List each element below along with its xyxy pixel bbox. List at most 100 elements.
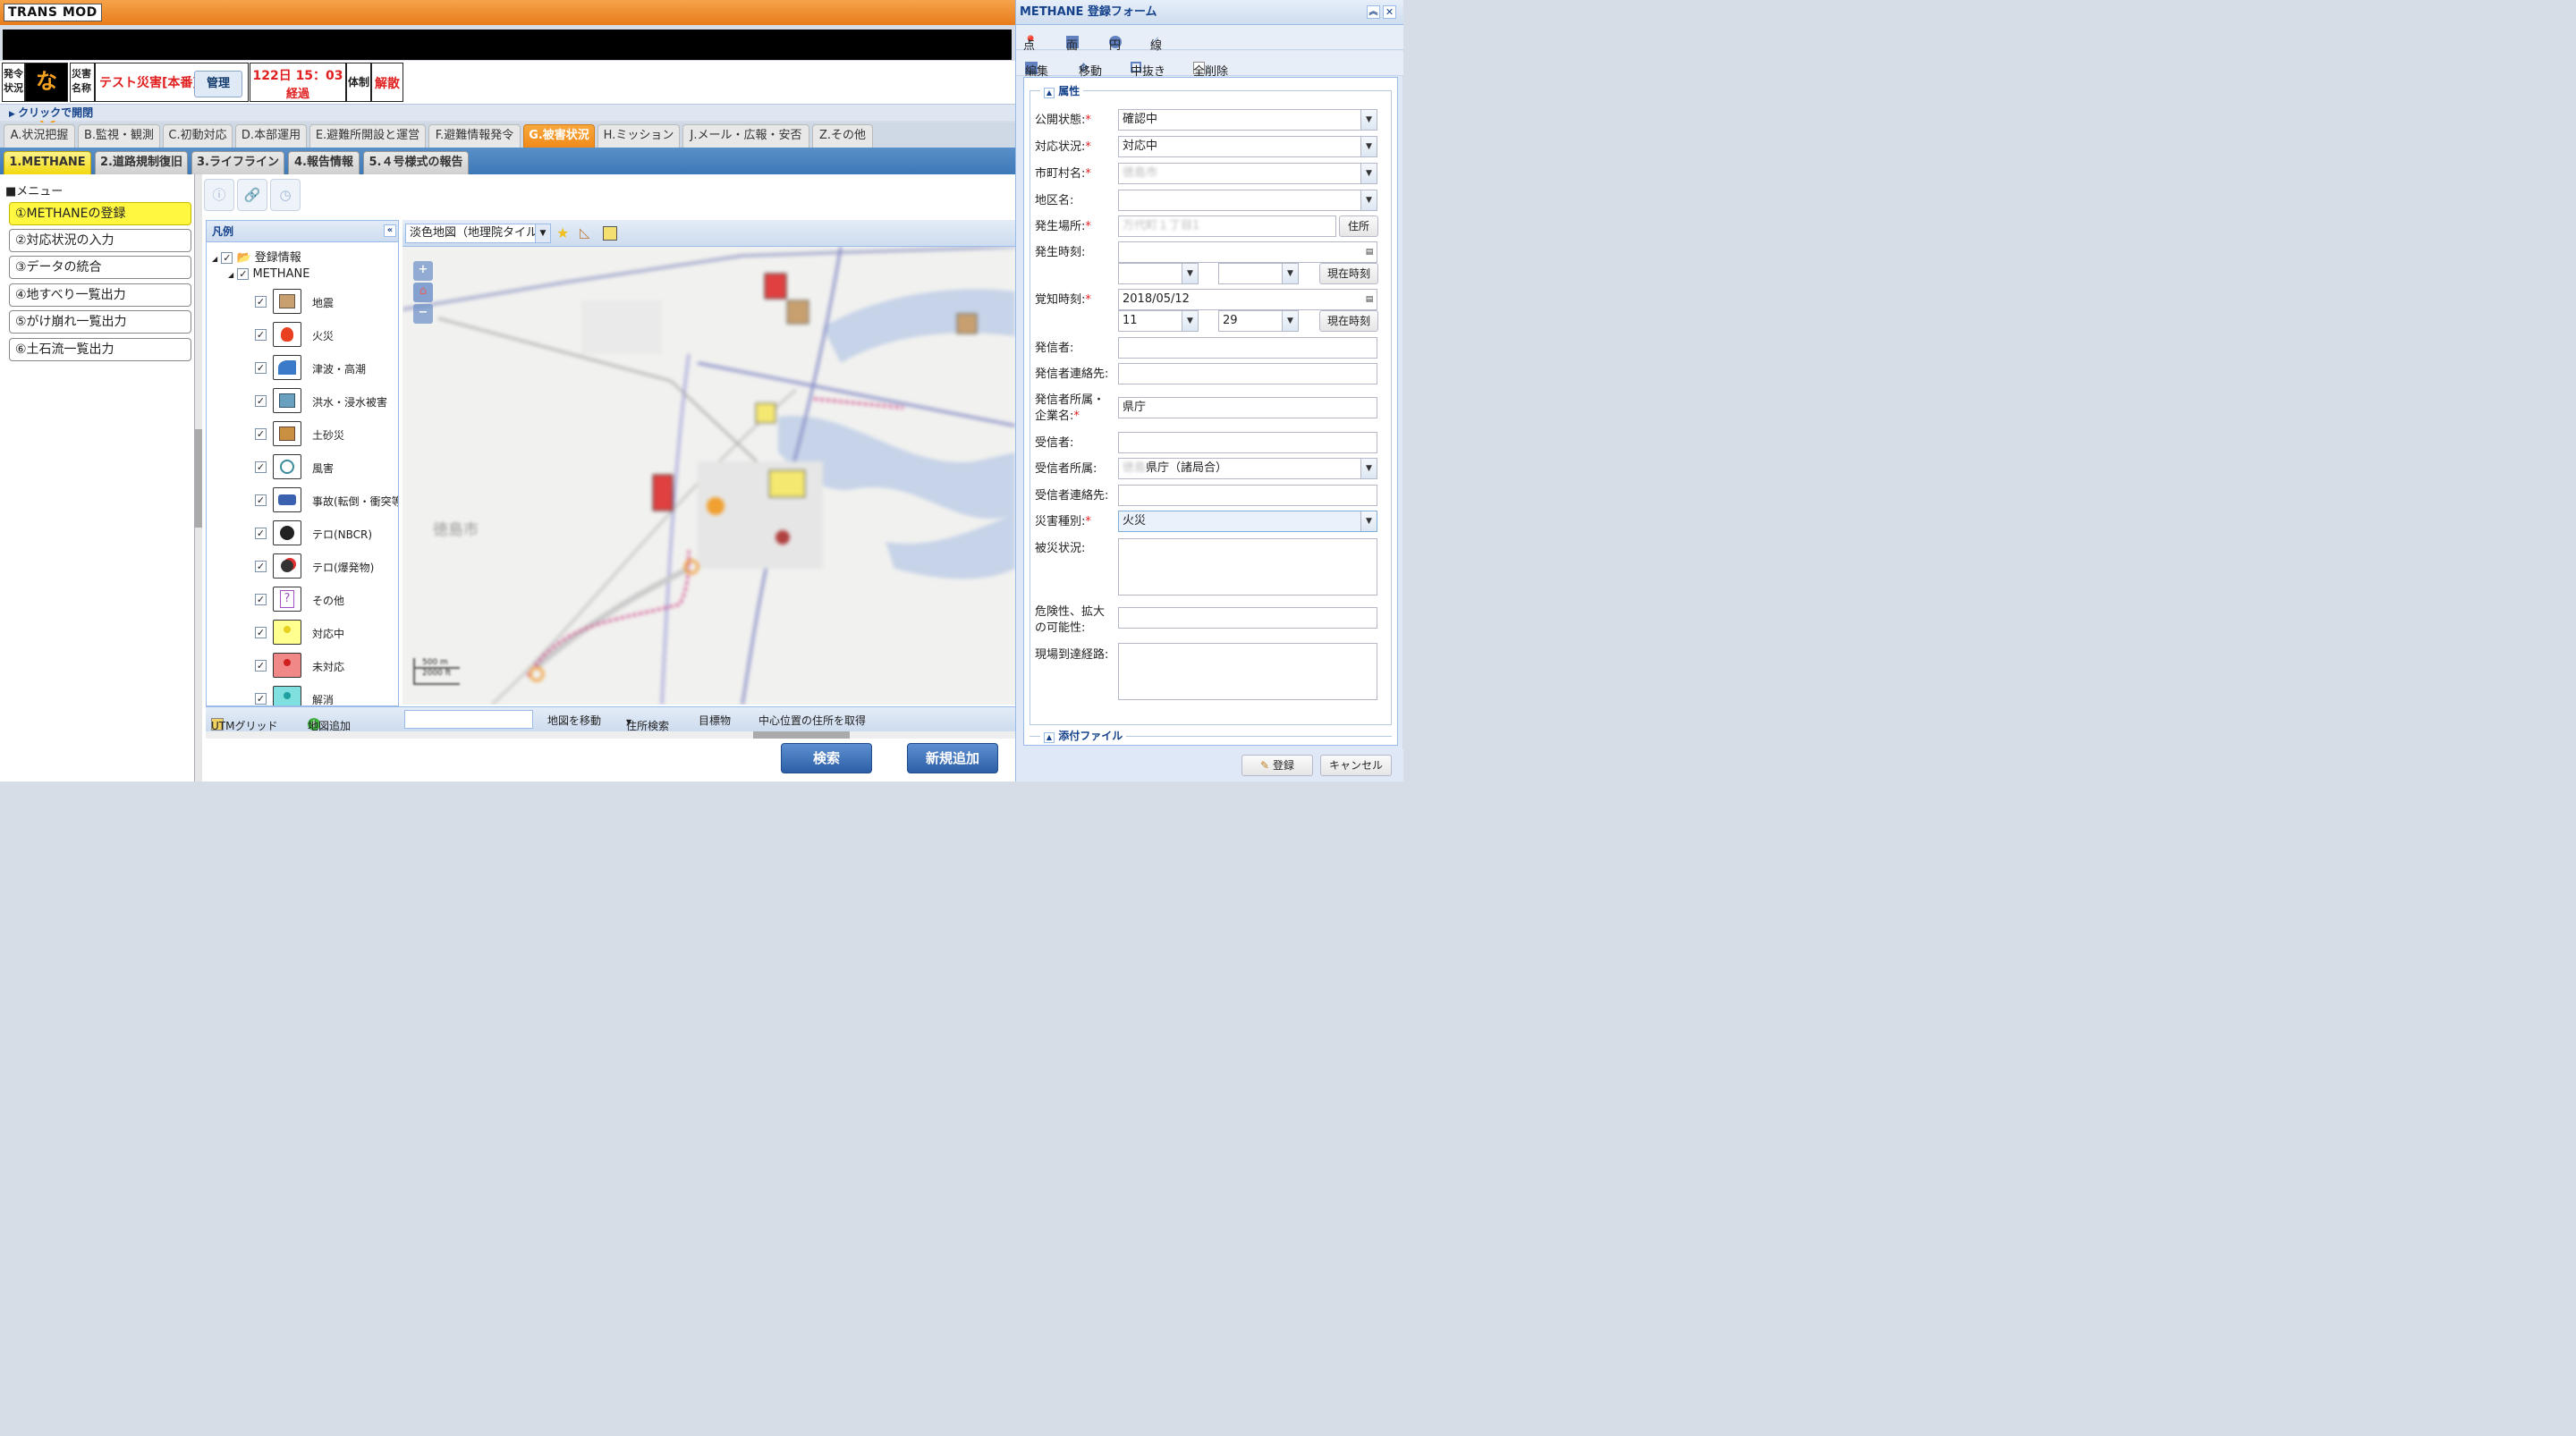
info-button[interactable]: ⓘ xyxy=(204,179,234,211)
landmark-button[interactable]: 目標物 xyxy=(699,713,731,728)
receiver-input[interactable] xyxy=(1118,432,1377,453)
menu-item-landslide-list[interactable]: ④地すべり一覧出力 xyxy=(9,283,191,307)
legend-item-checkbox[interactable]: ✓ xyxy=(255,428,267,440)
legend-item-checkbox[interactable]: ✓ xyxy=(255,461,267,473)
add-new-button[interactable]: 新規追加 xyxy=(907,743,998,773)
chevron-down-icon[interactable]: ▼ xyxy=(535,224,551,243)
accident-icon xyxy=(273,487,301,512)
subtab-report[interactable]: 4.報告情報 xyxy=(288,151,360,174)
tab-b[interactable]: B.監視・観測 xyxy=(78,124,160,148)
city-select[interactable]: 徳島市 ▼ xyxy=(1118,163,1377,184)
zoom-out-button[interactable]: − xyxy=(413,304,433,324)
legend-item-checkbox[interactable]: ✓ xyxy=(255,660,267,672)
menu-item-debris-list[interactable]: ⑥土石流一覧出力 xyxy=(9,338,191,361)
menu-item-cliff-list[interactable]: ⑤がけ崩れ一覧出力 xyxy=(9,310,191,334)
legend-item-checkbox[interactable]: ✓ xyxy=(255,329,267,341)
sender-org-input[interactable]: 県庁 xyxy=(1118,397,1377,418)
subtab-form4[interactable]: 5.４号様式の報告 xyxy=(363,151,469,174)
receiver-org-value: 県庁（諸局合） xyxy=(1146,461,1228,475)
tab-e[interactable]: E.避難所開設と運営 xyxy=(309,124,426,148)
left-scrollbar-thumb[interactable] xyxy=(195,429,202,528)
receiver-org-select[interactable]: 徳島県庁（諸局合） ▼ xyxy=(1118,458,1377,479)
subtab-methane[interactable]: 1.METHANE xyxy=(4,151,91,174)
receiver-contact-input[interactable] xyxy=(1118,485,1377,506)
calendar-icon[interactable]: ▤ xyxy=(1362,242,1377,262)
close-icon[interactable]: ✕ xyxy=(1383,5,1396,19)
tab-g[interactable]: G.被害状況 xyxy=(523,124,595,148)
submit-button[interactable]: ✎ 登録 xyxy=(1241,755,1313,776)
collapse-up-icon[interactable]: ︽ xyxy=(1367,5,1380,19)
legend-item-checkbox[interactable]: ✓ xyxy=(255,561,267,572)
menu-item-data-merge[interactable]: ③データの統合 xyxy=(9,256,191,279)
place-input[interactable]: 万代町１丁目1 xyxy=(1118,215,1336,237)
legend-root-checkbox[interactable]: ✓ xyxy=(221,252,233,264)
map-layer-select[interactable]: 淡色地図（地理院タイル xyxy=(405,224,550,243)
legend-item-checkbox[interactable]: ✓ xyxy=(255,494,267,506)
tab-j[interactable]: J.メール・広報・安否 xyxy=(682,124,809,148)
address-lookup-button[interactable]: 住所 xyxy=(1339,215,1378,237)
clock-button[interactable]: ◷ xyxy=(270,179,301,211)
move-map-button[interactable]: 地図を移動 xyxy=(547,713,601,728)
map-address-input[interactable] xyxy=(404,710,533,729)
tab-d[interactable]: D.本部運用 xyxy=(235,124,307,148)
search-button[interactable]: 検索 xyxy=(781,743,872,773)
tab-z[interactable]: Z.その他 xyxy=(812,124,873,148)
legend-item-checkbox[interactable]: ✓ xyxy=(255,594,267,605)
response-select[interactable]: 対応中 ▼ xyxy=(1118,136,1377,157)
tab-c[interactable]: C.初動対応 xyxy=(163,124,233,148)
occurrence-now-button[interactable]: 現在時刻 xyxy=(1319,263,1378,284)
district-select[interactable]: ▼ xyxy=(1118,190,1377,211)
legend-item-checkbox[interactable]: ✓ xyxy=(255,693,267,705)
damage-textarea[interactable] xyxy=(1118,538,1377,596)
link-button[interactable]: 🔗 xyxy=(237,179,267,211)
sender-contact-input[interactable] xyxy=(1118,363,1377,384)
center-address-button[interactable]: 中心位置の住所を取得 xyxy=(758,713,866,728)
legend-item-checkbox[interactable]: ✓ xyxy=(255,395,267,407)
subtab-road[interactable]: 2.道路規制復旧 xyxy=(95,151,188,174)
map-scrollbar[interactable] xyxy=(206,731,1015,739)
calendar-icon[interactable]: ▤ xyxy=(1362,290,1377,309)
cancel-button[interactable]: キャンセル xyxy=(1320,755,1392,776)
ruler-icon[interactable]: ◺ xyxy=(580,224,590,241)
star-icon[interactable]: ★ xyxy=(556,224,569,241)
sender-input[interactable] xyxy=(1118,337,1377,359)
map-bottom-bar: UTMグリッド + 地図追加 地図を移動 住所検索 ▼ 目標物 中心位置の住所を… xyxy=(206,706,1015,732)
disaster-type-select[interactable]: 火災 ▼ xyxy=(1118,511,1377,532)
occurrence-hour-select[interactable]: ▼ xyxy=(1118,263,1199,284)
zoom-in-button[interactable]: + xyxy=(413,261,433,281)
route-textarea[interactable] xyxy=(1118,643,1377,700)
occurrence-date-input[interactable]: ▤ xyxy=(1118,241,1377,263)
toggle-panel-bar[interactable]: ▶ クリックで開閉 xyxy=(0,104,1015,121)
home-icon[interactable]: ⌂ xyxy=(413,283,433,302)
tab-a[interactable]: A.状況把握 xyxy=(4,124,75,148)
legend-item-checkbox[interactable]: ✓ xyxy=(255,528,267,539)
aware-date-input[interactable]: 2018/05/12 ▤ xyxy=(1118,289,1377,310)
aware-minute-select[interactable]: 29 ▼ xyxy=(1218,310,1299,332)
map-scrollbar-thumb[interactable] xyxy=(753,731,850,739)
collapse-up-icon: ▲ xyxy=(1044,732,1055,743)
aware-hour-select[interactable]: 11 ▼ xyxy=(1118,310,1199,332)
map-canvas[interactable]: + ⌂ − 徳島市 500 m 2000 ft xyxy=(402,247,1015,705)
menu-item-response-input[interactable]: ②対応状況の入力 xyxy=(9,229,191,252)
menu-item-methane-register[interactable]: ①METHANEの登録 xyxy=(9,202,191,225)
map-export-icon[interactable] xyxy=(603,226,617,241)
kanri-button[interactable]: 管理 xyxy=(194,71,242,97)
legend-item-checkbox[interactable]: ✓ xyxy=(255,296,267,308)
tab-f[interactable]: F.避難情報発令 xyxy=(428,124,521,148)
legend-item-checkbox[interactable]: ✓ xyxy=(255,362,267,374)
hatsurei-value: なし xyxy=(25,63,68,130)
collapse-left-icon[interactable]: « xyxy=(384,224,396,237)
files-section-title[interactable]: ▲ 添付ファイル xyxy=(1040,728,1127,743)
status-select[interactable]: 確認中 ▼ xyxy=(1118,109,1377,131)
subtab-lifeline[interactable]: 3.ライフライン xyxy=(191,151,284,174)
aware-now-button[interactable]: 現在時刻 xyxy=(1319,310,1378,332)
risk-input[interactable] xyxy=(1118,607,1377,629)
draw-toolbar: 📍 点 面 円 ⟋ 線 xyxy=(1016,25,1403,53)
attr-section-title[interactable]: ▲ 属性 xyxy=(1040,83,1084,98)
tree-expand-icon[interactable]: ◢ xyxy=(228,271,233,279)
legend-item-checkbox[interactable]: ✓ xyxy=(255,627,267,638)
tree-expand-icon[interactable]: ◢ xyxy=(212,255,217,263)
occurrence-minute-select[interactable]: ▼ xyxy=(1218,263,1299,284)
legend-group-checkbox[interactable]: ✓ xyxy=(237,268,250,280)
tab-h[interactable]: H.ミッション xyxy=(597,124,680,148)
